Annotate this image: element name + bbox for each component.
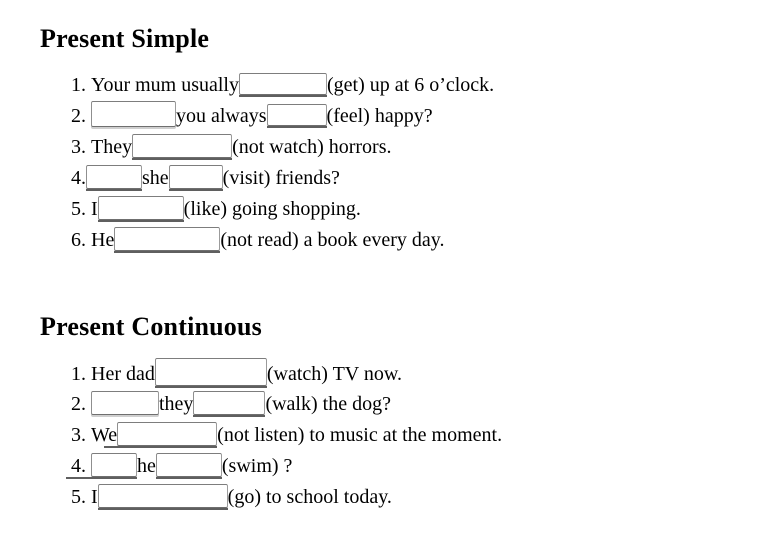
question-number: 2. [71,393,86,415]
question-number: 2. [71,105,86,127]
question-number: 3. [71,424,86,446]
answer-blank[interactable] [132,134,233,160]
question-number: 4. [71,167,86,189]
sentence-text: they [159,393,194,415]
sentence-text: I [91,486,98,508]
question-item: 6. He (not read) a book every day. [62,225,494,256]
sentence-text: he [137,455,156,477]
sentence-text: (like) going shopping. [183,198,361,220]
sentence-text: (not watch) horrors. [232,136,392,158]
worksheet-page: Present Simple 1. Your mum usually (get) u… [0,0,761,534]
question-item: 5. I (go) to school today. [62,482,502,513]
answer-blank[interactable] [97,196,184,222]
question-number: 1. [71,74,86,96]
heading-present-simple: Present Simple [40,24,210,53]
question-item: 2. they (walk) the dog? [62,389,502,420]
question-item: 2. you always (feel) happy? [62,101,494,132]
question-item: 4. he (swim) ? [62,451,502,482]
sentence-text: Her dad [91,363,155,385]
question-item: 1. Her dad (watch) TV now. [62,358,502,389]
sentence-text: They [91,136,133,158]
answer-blank[interactable] [97,484,228,510]
sentence-text: (walk) the dog? [265,393,391,415]
sentence-text: Your mum usually [91,74,239,96]
answer-blank[interactable] [155,453,222,479]
sentence-text: (not listen) to music at the moment. [217,424,503,446]
sentence-text: (go) to school today. [227,486,392,508]
sentence-text: (watch) TV now. [266,363,403,385]
answer-blank[interactable] [266,104,327,128]
question-item: 5. I (like) going shopping. [62,194,494,225]
question-number: 5. [71,486,86,508]
question-number: 6. [71,229,86,251]
answer-blank[interactable] [91,101,176,127]
sentence-text: she [142,167,169,189]
answer-blank[interactable] [66,453,137,479]
question-number: 3. [71,136,86,158]
answer-blank[interactable] [104,422,218,448]
answer-blank[interactable] [114,227,221,253]
answer-blank[interactable] [86,165,142,191]
question-item: 3. They (not watch) horrors. [62,132,494,163]
sentence-text: (not read) a book every day. [220,229,445,251]
answer-blank[interactable] [154,358,267,388]
sentence-text: (swim) ? [221,455,293,477]
sentence-text: (feel) happy? [326,105,433,127]
sentence-text: you always [176,105,267,127]
heading-present-continuous: Present Continuous [40,312,262,341]
question-item: 4. she (visit) friends? [62,163,494,194]
sentence-text: (get) up at 6 o’clock. [327,74,495,96]
question-list-present-continuous: 1. Her dad (watch) TV now. 2. they (walk) t… [62,358,502,513]
sentence-text: He [91,229,115,251]
answer-blank[interactable] [239,73,327,97]
question-item: 3. We (not listen) to music at the moment… [62,420,502,451]
sentence-text: I [91,198,98,220]
question-list-present-simple: 1. Your mum usually (get) up at 6 o’clock.… [62,70,494,256]
answer-blank[interactable] [91,391,159,415]
question-number: 1. [71,363,86,385]
answer-blank[interactable] [168,165,223,191]
question-item: 1. Your mum usually (get) up at 6 o’clock. [62,70,494,101]
sentence-text: (visit) friends? [222,167,340,189]
answer-blank[interactable] [193,391,266,417]
question-number: 5. [71,198,86,220]
